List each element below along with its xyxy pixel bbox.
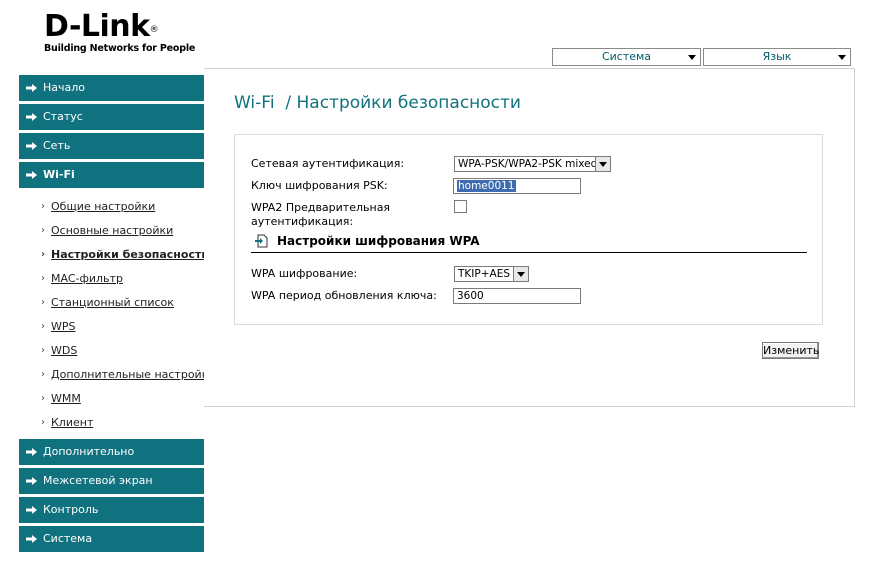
arrow-right-icon — [26, 84, 37, 92]
menu-item-label: Wi-Fi — [43, 168, 75, 181]
preauth-label-line1: WPA2 Предварительная — [251, 201, 391, 214]
submenu-label: WMM — [51, 392, 81, 405]
menu-item-control[interactable]: Контроль — [19, 497, 204, 523]
arrow-right-icon — [26, 171, 37, 179]
system-select-label: Система — [601, 50, 652, 63]
chevron-down-icon — [595, 157, 610, 171]
arrow-right-icon — [26, 535, 37, 543]
arrow-right-icon — [26, 113, 37, 121]
submenu-mac-filter[interactable]: › MAC-фильтр — [19, 267, 204, 291]
bullet-icon: › — [41, 201, 45, 212]
system-select[interactable]: Система — [552, 48, 701, 66]
chevron-down-icon — [688, 55, 696, 60]
key-period-input[interactable]: 3600 — [453, 288, 581, 304]
bullet-icon: › — [41, 225, 45, 236]
submenu-station-list[interactable]: › Станционный список — [19, 291, 204, 315]
psk-input[interactable]: home0011 — [453, 178, 581, 194]
language-select[interactable]: Язык — [703, 48, 851, 66]
encryption-select-value: TKIP+AES — [458, 268, 511, 280]
menu-item-label: Сеть — [43, 139, 71, 152]
submenu-label: WDS — [51, 344, 78, 357]
auth-select[interactable]: WPA-PSK/WPA2-PSK mixed — [454, 156, 611, 172]
chevron-down-icon — [838, 55, 846, 60]
menu-item-label: Межсетевой экран — [43, 474, 153, 487]
submenu-label: Клиент — [51, 416, 94, 429]
submenu-wmm[interactable]: › WMM — [19, 387, 204, 411]
bullet-icon: › — [41, 249, 46, 260]
menu-item-wifi[interactable]: Wi-Fi — [19, 162, 204, 188]
submenu-basic-settings[interactable]: › Основные настройки — [19, 219, 204, 243]
submenu-label: Настройки безопасности — [51, 248, 210, 261]
menu-item-status[interactable]: Статус — [19, 104, 204, 130]
auth-select-value: WPA-PSK/WPA2-PSK mixed — [458, 158, 598, 170]
preauth-label-line2: аутентификация: — [251, 215, 354, 228]
menu-item-label: Дополнительно — [43, 445, 135, 458]
encryption-label: WPA шифрование: — [251, 267, 358, 280]
main-panel: Wi-Fi / Настройки безопасности Сетевая а… — [204, 68, 855, 407]
psk-label: Ключ шифрования PSK: — [251, 179, 388, 192]
logo-text: D-Link — [44, 9, 150, 44]
bullet-icon: › — [41, 417, 45, 428]
menu-item-label: Статус — [43, 110, 83, 123]
encryption-select[interactable]: TKIP+AES — [454, 266, 529, 282]
submenu-general-settings[interactable]: › Общие настройки — [19, 195, 204, 219]
bullet-icon: › — [41, 273, 45, 284]
menu-item-label: Контроль — [43, 503, 99, 516]
dlink-logo: D-Link® Building Networks for People — [44, 9, 196, 55]
page-title: Wi-Fi / Настройки безопасности — [234, 93, 521, 113]
key-period-label: WPA период обновления ключа: — [251, 289, 437, 302]
menu-item-firewall[interactable]: Межсетевой экран — [19, 468, 204, 494]
auth-label: Сетевая аутентификация: — [251, 157, 405, 170]
bullet-icon: › — [41, 369, 45, 380]
document-arrow-icon — [255, 234, 268, 248]
arrow-right-icon — [26, 142, 37, 150]
submenu-label: MAC-фильтр — [51, 272, 123, 285]
submenu-label: Дополнительные настройки — [51, 368, 216, 381]
menu-item-label: Система — [43, 532, 93, 545]
menu-item-label: Начало — [43, 81, 86, 94]
bullet-icon: › — [41, 297, 45, 308]
wpa-section-header: Настройки шифрования WPA — [251, 231, 807, 253]
wifi-submenu: › Общие настройки › Основные настройки › На… — [19, 191, 216, 439]
arrow-right-icon — [26, 448, 37, 456]
menu-item-system[interactable]: Система — [19, 526, 204, 552]
key-period-value: 3600 — [457, 290, 484, 302]
language-select-label: Язык — [762, 50, 792, 63]
chevron-down-icon — [513, 267, 528, 281]
arrow-right-icon — [26, 477, 37, 485]
sidebar-menu: Начало Статус Сеть Wi-Fi › Общие настройк… — [19, 75, 216, 555]
submenu-advanced-settings[interactable]: › Дополнительные настройки — [19, 363, 216, 387]
bullet-icon: › — [41, 345, 45, 356]
menu-item-advanced[interactable]: Дополнительно — [19, 439, 204, 465]
apply-button[interactable]: Изменить — [762, 342, 819, 359]
submenu-security-settings[interactable]: › Настройки безопасности — [19, 243, 209, 267]
section-title: Настройки шифрования WPA — [277, 234, 480, 248]
bullet-icon: › — [41, 393, 45, 404]
submenu-client[interactable]: › Клиент — [19, 411, 204, 435]
submenu-wps[interactable]: › WPS — [19, 315, 204, 339]
bullet-icon: › — [41, 321, 45, 332]
submenu-label: WPS — [51, 320, 76, 333]
security-form: Сетевая аутентификация: WPA-PSK/WPA2-PSK… — [234, 134, 823, 325]
submenu-label: Основные настройки — [51, 224, 174, 237]
menu-item-network[interactable]: Сеть — [19, 133, 204, 159]
submenu-wds[interactable]: › WDS — [19, 339, 204, 363]
logo-tagline: Building Networks for People — [44, 43, 196, 54]
psk-input-value: home0011 — [457, 180, 516, 192]
submenu-label: Общие настройки — [51, 200, 156, 213]
arrow-right-icon — [26, 506, 37, 514]
menu-item-start[interactable]: Начало — [19, 75, 204, 101]
preauth-checkbox[interactable] — [454, 200, 467, 213]
submenu-label: Станционный список — [51, 296, 174, 309]
